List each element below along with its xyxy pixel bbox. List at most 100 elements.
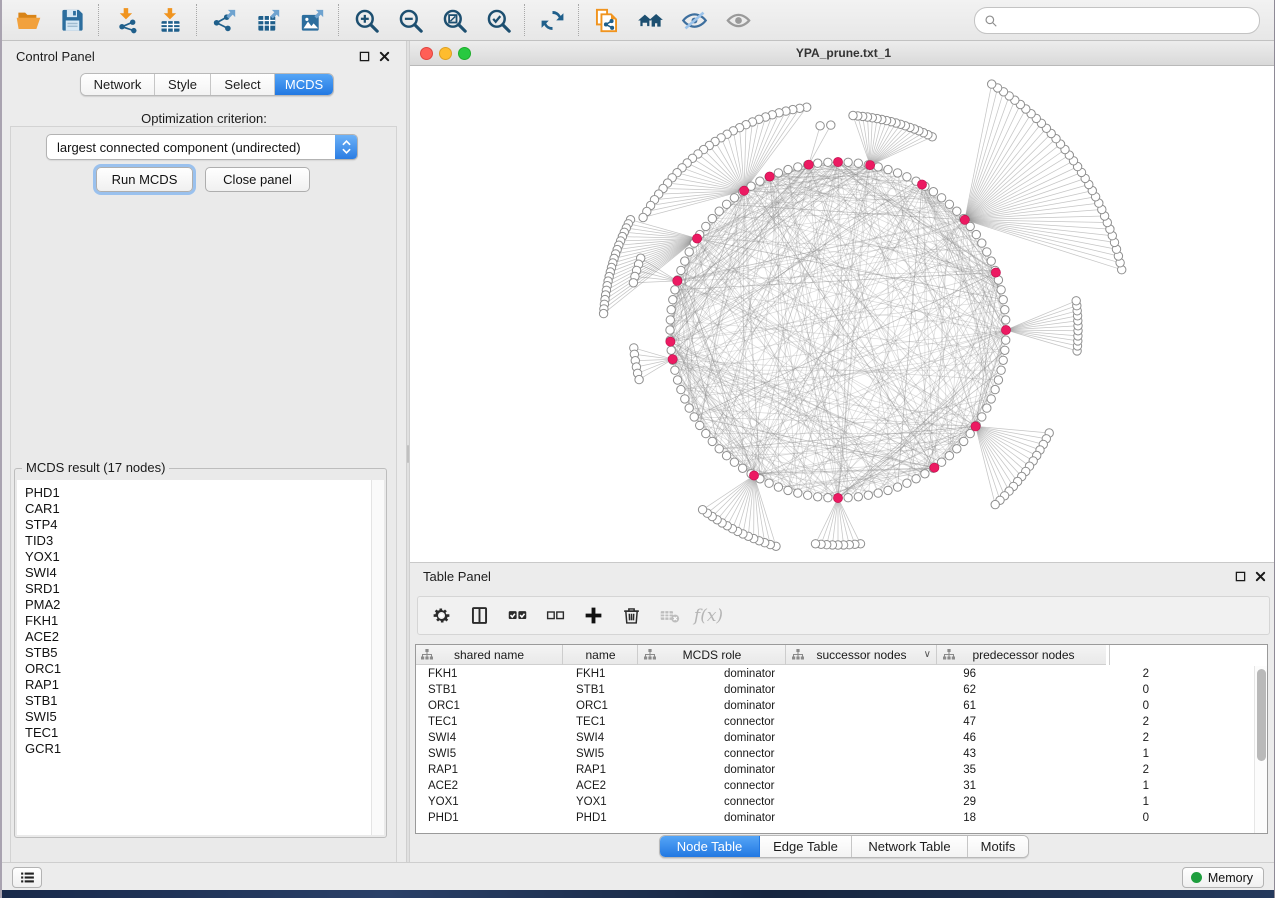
close-panel-icon[interactable]: [379, 51, 390, 62]
tab-motifs[interactable]: Motifs: [968, 836, 1028, 857]
column-header-successor-nodes[interactable]: successor nodes∨: [787, 645, 937, 665]
import-table-button[interactable]: [150, 3, 190, 37]
zoom-selected-button[interactable]: [478, 3, 518, 37]
zoom-in-button[interactable]: [346, 3, 386, 37]
tab-select[interactable]: Select: [211, 74, 275, 95]
function-builder-button: f(x): [692, 601, 723, 631]
cell: STB1: [576, 682, 638, 698]
open-file-button[interactable]: [8, 3, 48, 37]
search-input[interactable]: [1004, 12, 1250, 29]
table-row[interactable]: RAP1RAP1dominator352: [416, 762, 1253, 778]
show-panels-button[interactable]: [12, 867, 42, 888]
table-row[interactable]: TEC1TEC1connector472: [416, 714, 1253, 730]
cell: 47: [863, 714, 976, 730]
result-list-item[interactable]: TID3: [17, 533, 384, 549]
zoom-fit-button[interactable]: [434, 3, 474, 37]
function-builder-icon: f(x): [694, 606, 723, 626]
duplicate-network-button[interactable]: [586, 3, 626, 37]
result-list-item[interactable]: STB5: [17, 645, 384, 661]
export-image-button[interactable]: [292, 3, 332, 37]
table-row[interactable]: PHD1PHD1dominator180: [416, 810, 1253, 826]
cell: 0: [1014, 682, 1149, 698]
table-row[interactable]: FKH1FKH1dominator962: [416, 666, 1253, 682]
column-header-predecessor-nodes[interactable]: predecessor nodes: [938, 645, 1110, 665]
memory-button[interactable]: Memory: [1182, 867, 1264, 888]
result-list-item[interactable]: FKH1: [17, 613, 384, 629]
refresh-layout-button[interactable]: [532, 3, 572, 37]
show-all-button[interactable]: [718, 3, 758, 37]
sort-indicator: ∨: [924, 645, 931, 665]
toolbar-separator: [338, 4, 339, 36]
table-row[interactable]: YOX1YOX1connector291: [416, 794, 1253, 810]
cell: TEC1: [428, 714, 563, 730]
table-mode-gear-button[interactable]: [426, 601, 457, 631]
result-list-item[interactable]: STP4: [17, 517, 384, 533]
select-all-button[interactable]: [502, 601, 533, 631]
result-list-item[interactable]: CAR1: [17, 501, 384, 517]
result-list-item[interactable]: TEC1: [17, 725, 384, 741]
table-row[interactable]: ORC1ORC1dominator610: [416, 698, 1253, 714]
optimization-criterion-select[interactable]: largest connected component (undirected): [46, 134, 358, 160]
hide-selected-button[interactable]: [674, 3, 714, 37]
mcds-result-list[interactable]: PHD1CAR1STP4TID3YOX1SWI4SRD1PMA2FKH1ACE2…: [17, 480, 384, 835]
delete-columns-button[interactable]: [616, 601, 647, 631]
import-network-button[interactable]: [106, 3, 146, 37]
result-list-item[interactable]: PMA2: [17, 597, 384, 613]
export-network-button[interactable]: [204, 3, 244, 37]
result-list-item[interactable]: GCR1: [17, 741, 384, 757]
result-list-item[interactable]: ACE2: [17, 629, 384, 645]
float-panel-icon[interactable]: [359, 51, 370, 62]
column-header-name[interactable]: name: [564, 645, 638, 665]
cell: 35: [863, 762, 976, 778]
result-list-item[interactable]: PHD1: [17, 485, 384, 501]
float-table-panel-icon[interactable]: [1235, 571, 1246, 582]
import-network-icon: [113, 7, 140, 34]
save-session-button[interactable]: [52, 3, 92, 37]
result-list-item[interactable]: SRD1: [17, 581, 384, 597]
cell: 1: [1014, 794, 1149, 810]
show-columns-icon: [469, 605, 490, 626]
search-box[interactable]: [974, 7, 1260, 34]
zoom-out-button[interactable]: [390, 3, 430, 37]
result-list-item[interactable]: RAP1: [17, 677, 384, 693]
tab-style[interactable]: Style: [155, 74, 211, 95]
memory-status-icon: [1191, 872, 1202, 883]
export-table-button[interactable]: [248, 3, 288, 37]
export-table-icon: [255, 7, 282, 34]
result-list-item[interactable]: SWI5: [17, 709, 384, 725]
show-columns-button[interactable]: [464, 601, 495, 631]
tab-mcds[interactable]: MCDS: [275, 74, 333, 95]
deselect-all-icon: [545, 605, 566, 626]
tab-node-table[interactable]: Node Table: [660, 836, 760, 857]
result-list-item[interactable]: SWI4: [17, 565, 384, 581]
tab-edge-table[interactable]: Edge Table: [760, 836, 852, 857]
column-header-shared-name[interactable]: shared name: [416, 645, 563, 665]
window-zoom-button[interactable]: [458, 47, 471, 60]
first-neighbors-button[interactable]: [630, 3, 670, 37]
network-canvas[interactable]: [410, 66, 1275, 562]
tab-network[interactable]: Network: [81, 74, 155, 95]
table-row[interactable]: SWI4SWI4dominator462: [416, 730, 1253, 746]
column-header-MCDS-role[interactable]: MCDS role: [639, 645, 786, 665]
table-row[interactable]: STB1STB1dominator620: [416, 682, 1253, 698]
table-scrollbar-thumb[interactable]: [1257, 669, 1266, 761]
result-list-scrollbar[interactable]: [371, 480, 384, 835]
result-list-item[interactable]: ORC1: [17, 661, 384, 677]
close-table-panel-icon[interactable]: [1255, 571, 1266, 582]
result-list-item[interactable]: YOX1: [17, 549, 384, 565]
run-mcds-button[interactable]: Run MCDS: [96, 167, 193, 192]
tab-network-table[interactable]: Network Table: [852, 836, 968, 857]
window-close-button[interactable]: [420, 47, 433, 60]
window-minimize-button[interactable]: [439, 47, 452, 60]
close-panel-button[interactable]: Close panel: [205, 167, 310, 192]
table-row[interactable]: ACE2ACE2connector311: [416, 778, 1253, 794]
table-tabs: Node TableEdge TableNetwork TableMotifs: [659, 835, 1029, 858]
main-toolbar: [2, 0, 1274, 41]
desktop-wallpaper: [2, 890, 1274, 898]
deselect-all-button[interactable]: [540, 601, 571, 631]
table-row[interactable]: SWI5SWI5connector431: [416, 746, 1253, 762]
cell: YOX1: [428, 794, 563, 810]
add-column-button[interactable]: [578, 601, 609, 631]
network-window-titlebar[interactable]: YPA_prune.txt_1: [410, 41, 1275, 66]
result-list-item[interactable]: STB1: [17, 693, 384, 709]
